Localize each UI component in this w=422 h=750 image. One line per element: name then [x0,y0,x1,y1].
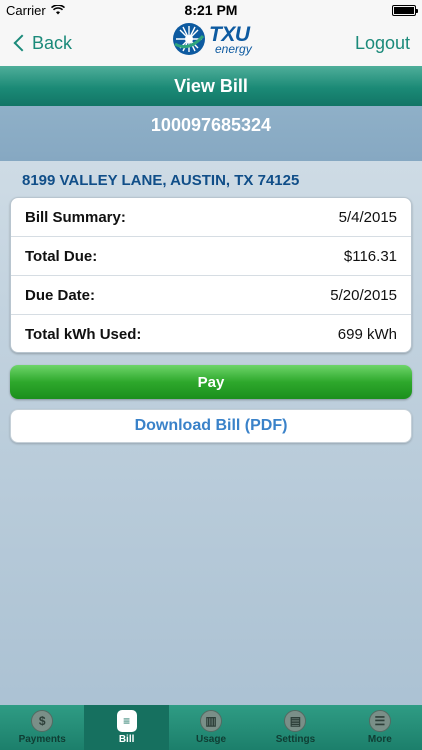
summary-row-bill-summary: Bill Summary: 5/4/2015 [11,198,411,237]
logo-starburst-icon [173,23,205,55]
pay-button[interactable]: Pay [10,365,412,399]
logo-text: TXU energy [209,24,252,55]
account-number: 100097685324 [150,115,272,135]
tab-label: Payments [18,734,66,745]
tab-more[interactable]: ☰ More [338,705,422,750]
tab-usage[interactable]: ▥ Usage [169,705,253,750]
account-band: 100097685324 [0,106,422,161]
logout-button[interactable]: Logout [355,33,410,54]
row-value: $116.31 [343,247,397,265]
battery-icon [392,4,418,16]
carrier-label: Carrier [6,2,46,18]
tab-label: Settings [275,734,316,745]
summary-row-due-date: Due Date: 5/20/2015 [11,276,411,315]
tab-payments[interactable]: $ Payments [0,705,84,750]
logo-sub: energy [215,41,252,56]
chevron-left-icon [13,34,31,52]
page-title: View Bill [174,75,248,96]
row-value: 5/4/2015 [338,208,397,226]
summary-row-total-kwh: Total kWh Used: 699 kWh [11,315,411,352]
tab-settings[interactable]: ▤ Settings [253,705,337,750]
service-address: 8199 VALLEY LANE, AUSTIN, TX 74125 [22,172,300,189]
navigation-bar: Back TXU energy Logout [0,20,422,66]
title-band: View Bill [0,66,422,106]
dollar-icon: $ [31,710,54,732]
row-value: 699 kWh [337,326,397,343]
row-value: 5/20/2015 [330,286,397,304]
settings-icon: ▤ [284,710,307,732]
tab-bar: $ Payments ≡ Bill ▥ Usage ▤ Settings ☰ M… [0,705,422,750]
usage-icon: ▥ [200,710,223,732]
row-label: Total kWh Used: [25,326,142,343]
summary-row-total-due: Total Due: $116.31 [11,237,411,276]
back-label: Back [32,32,73,53]
row-label: Total Due: [25,247,98,265]
row-label: Due Date: [25,286,96,304]
bill-icon: ≡ [116,710,137,732]
battery-level [394,6,414,14]
tab-label: More [367,734,392,745]
tab-label: Usage [196,734,227,745]
back-button[interactable]: Back [12,33,72,54]
row-label: Bill Summary: [25,208,126,226]
status-right [392,4,418,16]
status-bar: Carrier 8:21 PM [0,0,422,20]
txu-energy-logo: TXU energy [172,22,252,56]
tab-bill[interactable]: ≡ Bill [84,705,169,750]
bill-summary-card: Bill Summary: 5/4/2015 Total Due: $116.3… [10,197,412,353]
download-bill-pdf-button[interactable]: Download Bill (PDF) [10,409,412,443]
more-icon: ☰ [368,710,391,732]
status-left: Carrier [6,3,65,18]
wifi-icon [50,5,65,15]
tab-label: Bill [118,734,135,745]
